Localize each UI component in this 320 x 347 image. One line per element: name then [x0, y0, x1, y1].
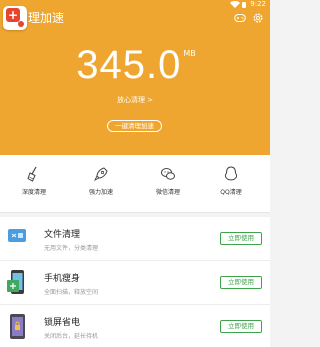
tool-label: 微信清理 — [155, 189, 180, 196]
tool-wechat-clean[interactable]: 微信清理 — [138, 165, 198, 196]
tool-label: QQ清理 — [220, 189, 242, 196]
tool-boost[interactable]: 强力加速 — [71, 165, 131, 196]
cleanable-size: 345.0 MB — [0, 43, 270, 88]
app-logo: + — [3, 6, 27, 30]
use-now-button[interactable]: 立即使用 — [220, 232, 262, 245]
item-title: 手机瘦身 — [44, 274, 81, 284]
size-value: 345.0 — [76, 43, 182, 87]
use-now-button[interactable]: 立即使用 — [220, 320, 262, 333]
qq-icon — [224, 166, 238, 181]
gamepad-icon[interactable] — [234, 13, 246, 23]
tool-label: 深度清理 — [21, 189, 46, 196]
item-desc: 全面扫描，释放空间 — [44, 289, 99, 296]
signal-icon — [230, 1, 240, 8]
clean-link[interactable]: 放心清理 > — [0, 95, 270, 105]
use-now-button[interactable]: 立即使用 — [220, 276, 262, 289]
gear-icon[interactable] — [252, 12, 264, 24]
tool-qq-clean[interactable]: QQ清理 — [201, 165, 261, 196]
list-item[interactable]: 文件清理 无用文件，分类清理 立即使用 — [0, 217, 270, 261]
logo-dot — [18, 21, 24, 27]
battery-icon — [242, 2, 246, 8]
lock-battery-icon — [10, 314, 25, 339]
one-click-clean-button[interactable]: 一键清理加速 — [107, 120, 162, 132]
files-icon — [8, 229, 26, 242]
tool-label: 强力加速 — [88, 189, 113, 196]
status-bar: 9:22 — [0, 0, 270, 9]
item-title: 锁屏省电 — [44, 318, 81, 328]
item-desc: 关闭后台，延长待机 — [44, 333, 99, 340]
phone-slim-icon — [7, 270, 24, 294]
hero-panel: 9:22 + 理加速 345.0 MB 放心清理 > 一键清理加速 — [0, 0, 270, 155]
tool-deep-clean[interactable]: 深度清理 — [4, 165, 64, 196]
list-item[interactable]: 锁屏省电 关闭后台，延长待机 立即使用 — [0, 305, 270, 347]
status-time: 9:22 — [250, 0, 266, 8]
item-title: 文件清理 — [44, 230, 81, 240]
tools-bar: 深度清理 强力加速 微信清理 QQ清理 — [0, 155, 270, 213]
wechat-icon — [161, 168, 175, 180]
list-item[interactable]: 手机瘦身 全面扫描，释放空间 立即使用 — [0, 261, 270, 305]
item-desc: 无用文件，分类清理 — [44, 245, 99, 252]
page-title: 理加速 — [28, 11, 65, 25]
plus-icon: + — [6, 8, 20, 22]
broom-icon — [27, 166, 37, 182]
size-unit: MB — [183, 49, 196, 58]
rocket-icon — [93, 167, 108, 182]
